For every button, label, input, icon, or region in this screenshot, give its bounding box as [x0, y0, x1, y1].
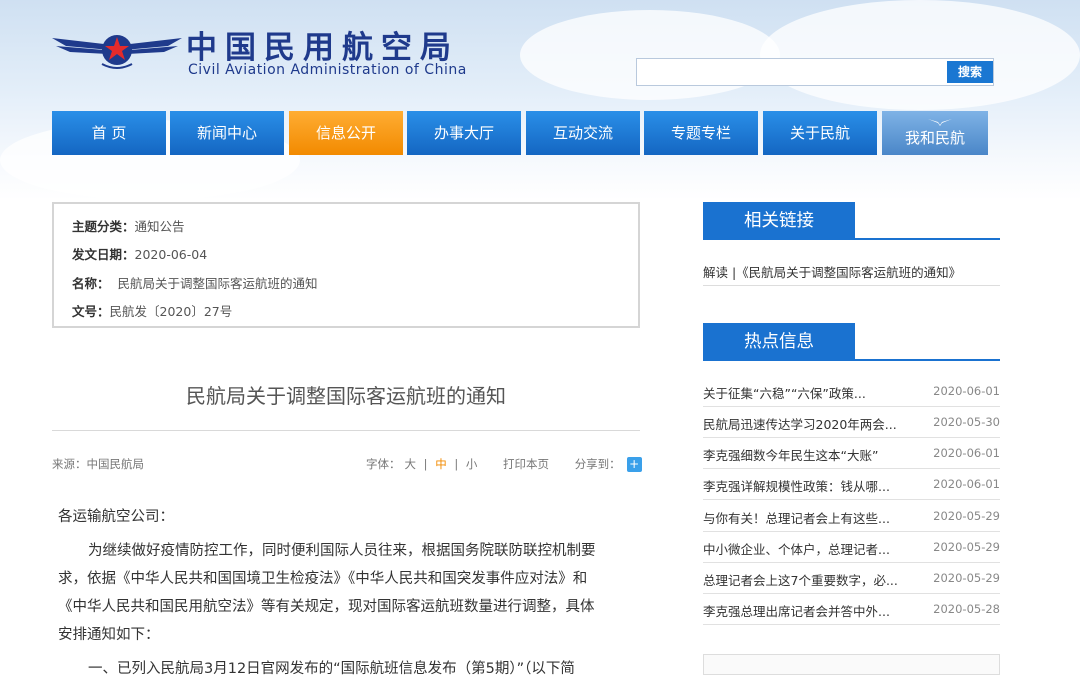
article-source: 来源：中国民航局 [52, 457, 144, 471]
main-navigation: 首 页 新闻中心 信息公开 办事大厅 互动交流 专题专栏 关于民航 我和民航 [52, 111, 988, 155]
article-paragraph-line: 求，依据《中华人民共和国国境卫生检疫法》《中华人民共和国突发事件应对法》和 [58, 571, 588, 587]
site-logo[interactable]: 中国民用航空局 Civil Aviation Administration of… [52, 22, 502, 82]
article-paragraph-line: 《中华人民共和国民用航空法》等有关规定，现对国际客运航班数量进行调整，具体 [58, 599, 595, 615]
hot-list-item[interactable]: 民航局迅速传达学习2020年两会... 2020-05-30 [703, 407, 1000, 438]
hot-item-title[interactable]: 李克强细数今年民生这本“大账” [703, 445, 878, 464]
info-docno: 文号：民航发〔2020〕27号 [72, 301, 232, 320]
hot-item-date: 2020-05-29 [933, 509, 1000, 523]
related-link[interactable]: 解读 |《民航局关于调整国际客运航班的通知》 [703, 262, 961, 281]
nav-item-about[interactable]: 关于民航 [763, 111, 877, 155]
info-date: 发文日期：2020-06-04 [72, 244, 207, 263]
nav-item-home[interactable]: 首 页 [52, 111, 166, 155]
info-category-label: 主题分类： [72, 219, 135, 234]
hot-item-title[interactable]: 与你有关！总理记者会上有这些... [703, 508, 890, 527]
share-plus-icon[interactable]: + [626, 457, 642, 472]
wing-icon [928, 119, 952, 126]
article-greeting: 各运输航空公司： [58, 509, 174, 525]
info-date-label: 发文日期： [72, 247, 135, 262]
nav-item-topics[interactable]: 专题专栏 [644, 111, 758, 155]
sidebar-box [703, 654, 1000, 675]
hot-list-item[interactable]: 李克强详解规模性政策：钱从哪... 2020-06-01 [703, 469, 1000, 500]
font-size-small-button[interactable]: 小 [466, 457, 478, 471]
hot-item-title[interactable]: 民航局迅速传达学习2020年两会... [703, 414, 897, 433]
hot-item-date: 2020-05-29 [933, 571, 1000, 585]
heading-underline [703, 238, 1000, 240]
article-paragraph-line: 为继续做好疫情防控工作，同时便利国际人员往来，根据国务院联防联控机制要 [88, 543, 596, 559]
hot-list-item[interactable]: 与你有关！总理记者会上有这些... 2020-05-29 [703, 501, 1000, 532]
document-info-box: 主题分类：通知公告 发文日期：2020-06-04 名称： 民航局关于调整国际客… [52, 202, 640, 328]
font-size-label: 字体： [366, 457, 401, 471]
hot-list-item[interactable]: 李克强细数今年民生这本“大账” 2020-06-01 [703, 438, 1000, 469]
info-name-value: 民航局关于调整国际客运航班的通知 [117, 276, 318, 291]
article-title: 民航局关于调整国际客运航班的通知 [186, 384, 506, 408]
divider [52, 430, 640, 431]
hot-list-item[interactable]: 李克强总理出席记者会并答中外... 2020-05-28 [703, 594, 1000, 625]
hot-item-title[interactable]: 关于征集“六稳”“六保”政策... [703, 383, 866, 402]
hot-list-item[interactable]: 中小微企业、个体户，总理记者... 2020-05-29 [703, 532, 1000, 563]
nav-item-services[interactable]: 办事大厅 [407, 111, 521, 155]
hot-item-date: 2020-05-29 [933, 540, 1000, 554]
font-size-large-button[interactable]: 大 [405, 457, 417, 471]
search-box: 搜索 [636, 58, 994, 86]
font-size-medium-button[interactable]: 中 [435, 457, 447, 471]
info-category: 主题分类：通知公告 [72, 216, 185, 235]
info-docno-value: 民航发〔2020〕27号 [109, 304, 233, 319]
site-name-english: Civil Aviation Administration of China [188, 62, 467, 78]
hot-item-title[interactable]: 总理记者会上这7个重要数字，必... [703, 570, 898, 589]
hot-item-date: 2020-06-01 [933, 477, 1000, 491]
hot-item-date: 2020-06-01 [933, 384, 1000, 398]
hot-item-date: 2020-05-28 [933, 602, 1000, 616]
site-name-chinese: 中国民用航空局 [186, 30, 459, 66]
heading-underline [703, 359, 1000, 361]
search-button[interactable]: 搜索 [947, 61, 993, 83]
info-name-label: 名称： [72, 276, 110, 291]
article-toolbar: 字体：大 | 中 | 小 打印本页 分享到： + [366, 456, 646, 472]
nav-item-me-and-caac[interactable]: 我和民航 [882, 111, 988, 155]
hot-list-item[interactable]: 关于征集“六稳”“六保”政策... 2020-06-01 [703, 376, 1000, 407]
nav-item-interaction[interactable]: 互动交流 [526, 111, 640, 155]
nav-item-label: 我和民航 [904, 129, 965, 147]
divider [703, 285, 1000, 286]
search-input[interactable] [639, 61, 939, 83]
print-button[interactable]: 打印本页 [503, 457, 549, 471]
share-label: 分享到： [574, 457, 621, 471]
hot-item-title[interactable]: 李克强详解规模性政策：钱从哪... [703, 476, 890, 495]
hot-item-date: 2020-06-01 [933, 446, 1000, 460]
info-docno-label: 文号： [72, 304, 110, 319]
hot-info-heading: 热点信息 [703, 323, 855, 361]
cloud-decoration [760, 0, 1080, 110]
hot-item-title[interactable]: 李克强总理出席记者会并答中外... [703, 601, 890, 620]
article-paragraph-line: 安排通知如下： [58, 627, 160, 643]
info-category-value: 通知公告 [134, 219, 185, 234]
nav-item-news[interactable]: 新闻中心 [170, 111, 284, 155]
hot-list-item[interactable]: 总理记者会上这7个重要数字，必... 2020-05-29 [703, 563, 1000, 594]
caac-wing-emblem-icon [52, 35, 182, 69]
hot-item-date: 2020-05-30 [933, 415, 1000, 429]
cloud-decoration [520, 10, 780, 100]
related-links-heading: 相关链接 [703, 202, 855, 240]
info-date-value: 2020-06-04 [134, 247, 208, 262]
nav-item-info-disclosure[interactable]: 信息公开 [289, 111, 403, 155]
article-paragraph-line: 一、已列入民航局3月12日官网发布的“国际航班信息发布（第5期）”（以下简 [88, 661, 575, 675]
hot-item-title[interactable]: 中小微企业、个体户，总理记者... [703, 539, 890, 558]
info-name: 名称： 民航局关于调整国际客运航班的通知 [72, 273, 317, 292]
